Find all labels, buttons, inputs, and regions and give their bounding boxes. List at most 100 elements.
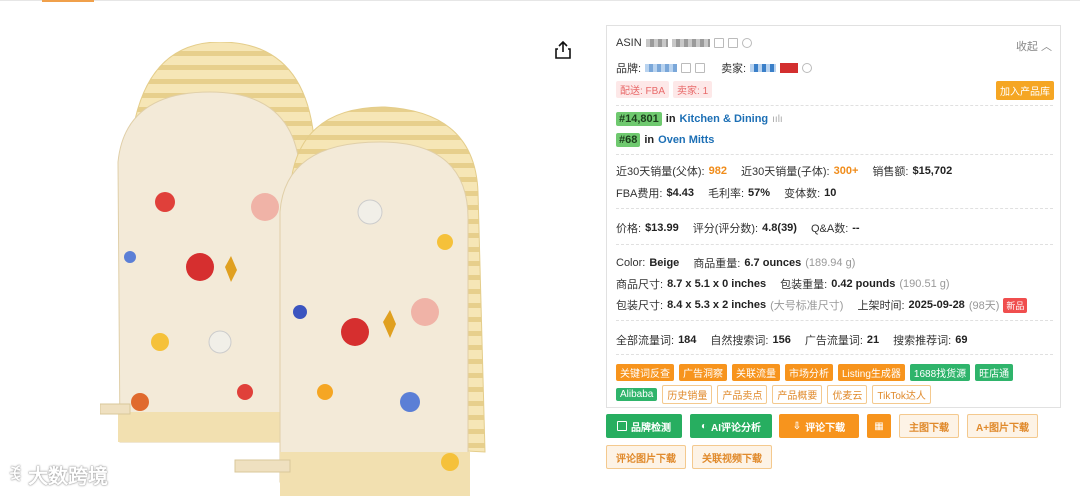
rank-badge: #68: [616, 133, 641, 147]
tag-market-analysis[interactable]: 市场分析: [785, 364, 833, 381]
sales-child-label: 近30天销量(子体):: [740, 166, 830, 178]
tag-listing-generator[interactable]: Listing生成器: [838, 364, 905, 381]
tag-ad-insight[interactable]: 广告洞察: [679, 364, 727, 381]
sales-child-value: 300+: [833, 165, 859, 177]
sales-parent-value: 982: [708, 165, 727, 177]
package-weight-label: 包装重量:: [780, 279, 828, 291]
collapse-button[interactable]: 收起 ︿: [1016, 38, 1052, 54]
tag-tiktok-influencer[interactable]: TikTok达人: [872, 385, 931, 404]
keywords-organic-value: 156: [772, 334, 791, 346]
calculator-icon: ▦: [874, 420, 884, 432]
keywords-ad-value: 21: [866, 334, 880, 346]
rank-row-1: #14,801 in Kitchen & Dining ıılı: [616, 112, 783, 126]
brand-row: 品牌: 卖家:: [616, 60, 813, 76]
keywords-organic-label: 自然搜索词:: [710, 335, 769, 347]
asin-masked-value-2: [671, 39, 710, 47]
tag-related-traffic[interactable]: 关联流量: [732, 364, 780, 381]
price-row: 价格: $13.99 评分(评分数): 4.8(39) Q&A数: --: [616, 220, 860, 236]
rating-value: 4.8(39): [762, 222, 797, 234]
brand-masked-value[interactable]: [645, 64, 678, 72]
color-row: Color: Beige 商品重量: 6.7 ounces (189.94 g): [616, 255, 855, 271]
sales-parent-label: 近30天销量(父体):: [616, 166, 705, 178]
rank-in-text: in: [665, 113, 676, 125]
divider: [616, 320, 1053, 321]
divider: [616, 154, 1053, 155]
category-link[interactable]: Kitchen & Dining: [680, 113, 769, 125]
review-download-button[interactable]: ⇩ 评论下载: [779, 414, 859, 438]
new-badge: 新品: [1003, 297, 1028, 313]
product-image[interactable]: [100, 42, 490, 496]
watermark-logo-icon: ꉂ: [8, 465, 23, 485]
ai-review-button[interactable]: ◐ AI评论分析: [690, 414, 772, 438]
download-icon: ⇩: [792, 420, 802, 432]
revenue-value: $15,702: [912, 165, 953, 177]
fee-row: FBA费用: $4.43 毛利率: 57% 变体数: 10: [616, 185, 836, 201]
tag-product-summary[interactable]: 产品概要: [772, 385, 823, 404]
package-size-alt: (大号标准尺寸): [770, 300, 844, 312]
sales-row: 近30天销量(父体): 982 近30天销量(子体): 300+ 销售额: $1…: [616, 163, 952, 179]
margin-value: 57%: [748, 187, 771, 199]
seller-label: 卖家:: [721, 63, 747, 75]
color-label: Color:: [616, 257, 646, 269]
keywords-recommended-value: 69: [955, 334, 968, 346]
brand-label: 品牌:: [616, 63, 642, 75]
tag-youmaiyun[interactable]: 优麦云: [827, 385, 868, 404]
price-label: 价格:: [616, 223, 642, 235]
tag-alibaba[interactable]: Alibaba: [616, 388, 658, 401]
chart-icon[interactable]: ıılı: [772, 114, 783, 125]
tag-history-sales[interactable]: 历史销量: [662, 385, 713, 404]
package-weight-alt: (190.51 g): [899, 278, 950, 290]
external-link-icon[interactable]: [695, 63, 706, 73]
weight-label: 商品重量:: [693, 258, 741, 270]
copy-icon[interactable]: [681, 63, 692, 73]
divider: [616, 244, 1053, 245]
package-size-value: 8.4 x 5.3 x 2 inches: [667, 299, 767, 311]
location-icon[interactable]: [741, 38, 752, 48]
divider: [616, 354, 1053, 355]
link-icon[interactable]: [727, 38, 738, 48]
calculator-button[interactable]: ▦: [867, 414, 891, 438]
related-video-download-button[interactable]: 关联视频下载: [692, 445, 772, 469]
tag-1688-sourcing[interactable]: 1688找货源: [909, 364, 971, 381]
add-to-library-button[interactable]: 加入产品库: [996, 81, 1054, 100]
flag-icon: [780, 63, 799, 73]
review-image-download-button[interactable]: 评论图片下载: [606, 445, 686, 469]
asin-label: ASIN: [616, 37, 642, 49]
tab-indicator: [42, 0, 94, 2]
package-row: 包装尺寸: 8.4 x 5.3 x 2 inches (大号标准尺寸) 上架时间…: [616, 297, 1028, 313]
divider: [616, 208, 1053, 209]
rating-label: 评分(评分数):: [692, 223, 759, 235]
rank-in-text: in: [644, 134, 655, 146]
tool-tags-row-1: 关键词反查 广告洞察 关联流量 市场分析 Listing生成器 1688找货源 …: [616, 364, 1014, 381]
tag-selling-points[interactable]: 产品卖点: [717, 385, 768, 404]
fba-fee-label: FBA费用:: [616, 188, 663, 200]
ai-icon: ◐: [700, 420, 708, 432]
top-divider: [0, 0, 1080, 1]
location-icon[interactable]: [802, 63, 813, 73]
tag-keyword-reverse[interactable]: 关键词反查: [616, 364, 674, 381]
shipping-row: 配送: FBA 卖家: 1: [616, 81, 713, 98]
margin-label: 毛利率:: [707, 188, 745, 200]
category-link[interactable]: Oven Mitts: [658, 134, 714, 146]
fba-badge: 配送: FBA: [616, 81, 670, 98]
size-row: 商品尺寸: 8.7 x 5.1 x 0 inches 包装重量: 0.42 po…: [616, 276, 950, 292]
listed-days: (98天): [968, 300, 1000, 312]
tag-wangdiantong[interactable]: 旺店通: [975, 364, 1014, 381]
product-info-panel: ASIN 收起 ︿ 品牌: 卖家: 配送: FBA 卖家: 1 加入产品库 #1…: [606, 25, 1061, 408]
fba-fee-value: $4.43: [666, 187, 694, 199]
divider: [616, 105, 1053, 106]
share-icon[interactable]: [553, 40, 573, 60]
weight-alt: (189.94 g): [805, 257, 856, 269]
keywords-recommended-label: 搜索推荐词:: [893, 335, 952, 347]
brand-check-button[interactable]: 品牌检测: [606, 414, 682, 438]
keywords-total-value: 184: [678, 334, 697, 346]
color-value: Beige: [649, 257, 680, 269]
seller-masked-value[interactable]: [750, 64, 777, 72]
copy-icon[interactable]: [713, 38, 724, 48]
keywords-ad-label: 广告流量词:: [804, 335, 863, 347]
aplus-image-download-button[interactable]: A+图片下载: [967, 414, 1038, 438]
package-size-label: 包装尺寸:: [616, 300, 664, 312]
main-image-download-button[interactable]: 主图下载: [899, 414, 959, 438]
size-label: 商品尺寸:: [616, 279, 664, 291]
listed-date-value: 2025-09-28: [908, 299, 965, 311]
